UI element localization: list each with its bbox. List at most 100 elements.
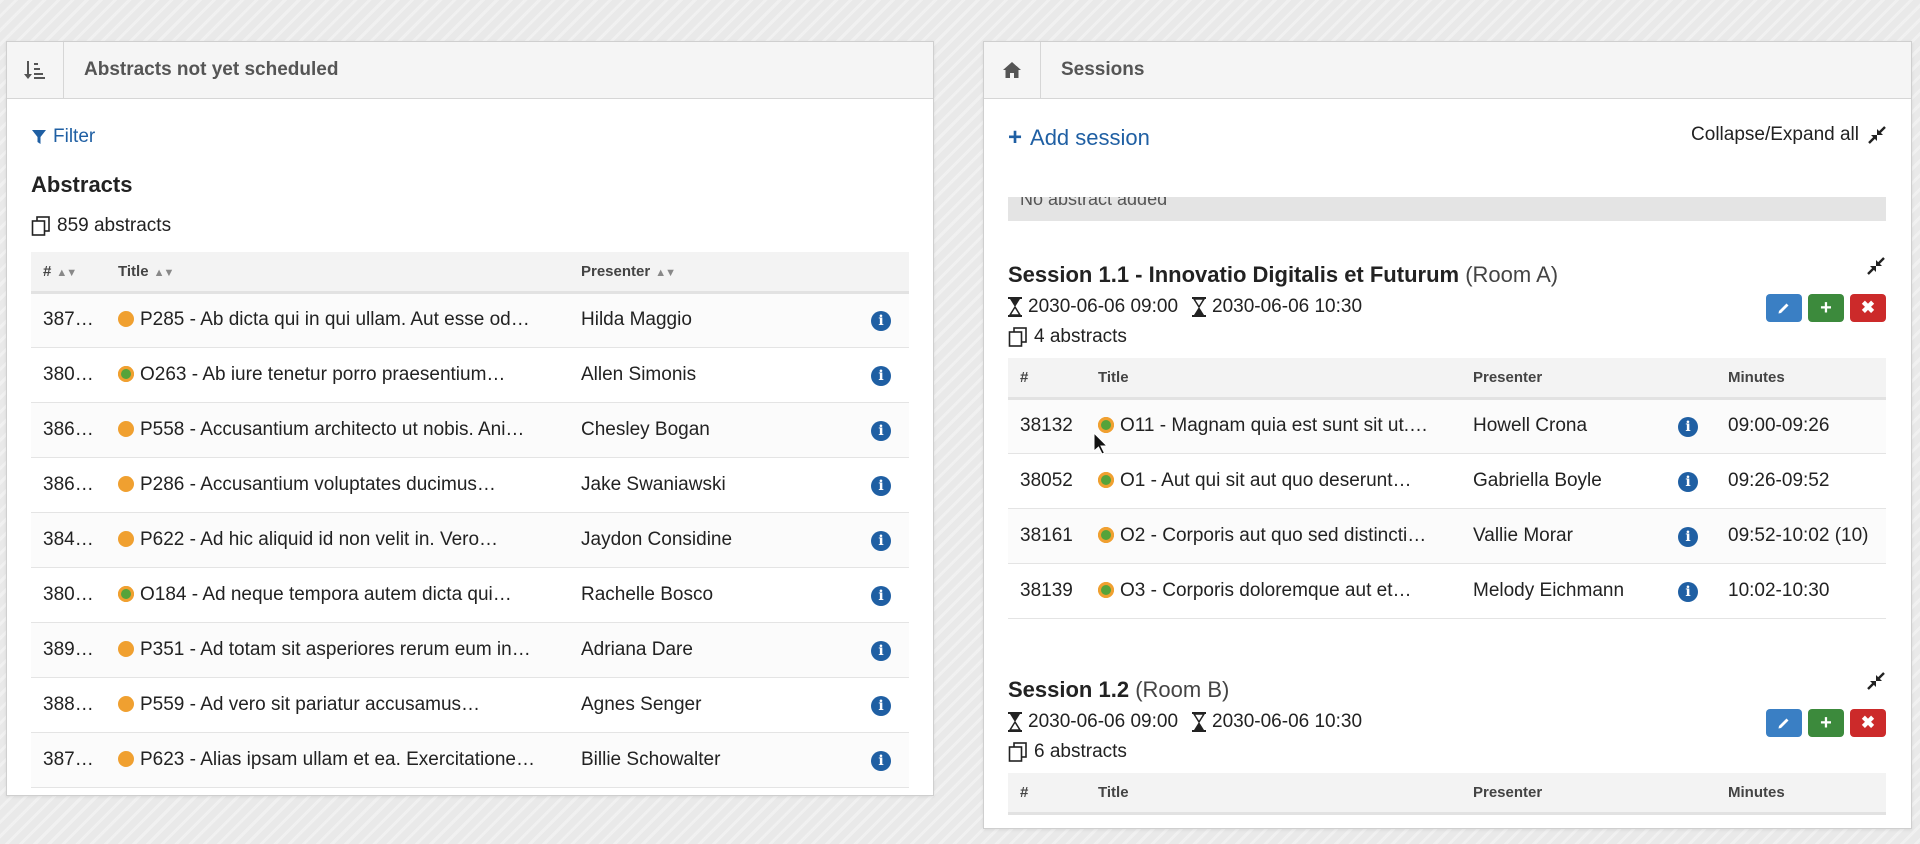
abstract-title-cell[interactable]: P623 - Alias ipsam ullam et ea. Exercita…: [106, 732, 569, 788]
info-icon[interactable]: i: [871, 311, 891, 331]
table-row[interactable]: 38132 O11 - Magnam quia est sunt sit ut.……: [1008, 398, 1886, 454]
info-icon[interactable]: i: [871, 420, 891, 441]
filter-label: Filter: [53, 126, 96, 147]
abstract-title-cell[interactable]: O184 - Ad neque tempora autem dicta qui…: [106, 567, 569, 623]
abstract-id: 38091: [31, 567, 106, 623]
home-icon[interactable]: [984, 42, 1041, 99]
abstract-id: 38900: [31, 622, 106, 678]
add-abstract-button[interactable]: +: [1808, 294, 1844, 322]
info-cell: i: [859, 402, 909, 458]
table-header-row: # Title Presenter Minutes: [1008, 773, 1886, 815]
column-header-id[interactable]: # ▲▼: [31, 252, 106, 294]
session-actions: + ✖: [1766, 709, 1886, 737]
panel-title: Abstracts not yet scheduled: [84, 59, 339, 80]
abstract-title-cell[interactable]: P622 - Ad hic aliquid id non velit in. V…: [106, 512, 569, 568]
add-session-button[interactable]: + Add session: [1008, 124, 1150, 152]
table-row[interactable]: 38161 O2 - Corporis aut quo sed distincti…: [1008, 508, 1886, 564]
session-abstract-count: 4 abstracts: [1008, 326, 1886, 348]
abstract-title: P623 - Alias ipsam ullam et ea. Exercita…: [140, 748, 535, 770]
abstract-title-cell[interactable]: P558 - Accusantium architecto ut nobis. …: [106, 402, 569, 458]
edit-session-button[interactable]: [1766, 709, 1802, 737]
abstract-title-cell[interactable]: P351 - Ad totam sit asperiores rerum eum…: [106, 622, 569, 678]
info-icon[interactable]: i: [871, 585, 891, 606]
column-header-actions: [1666, 773, 1716, 815]
abstract-presenter: Vallie Morar: [1461, 508, 1666, 564]
abstract-title-cell[interactable]: O11 - Magnam quia est sunt sit ut.…: [1086, 398, 1461, 454]
info-icon[interactable]: i: [871, 530, 891, 551]
info-icon[interactable]: i: [871, 365, 891, 386]
abstract-title-cell[interactable]: O1 - Aut qui sit aut quo deserunt…: [1086, 453, 1461, 509]
abstracts-heading: Abstracts: [31, 172, 133, 197]
column-header-presenter: Presenter: [1461, 773, 1666, 815]
table-row[interactable]: 38052 O1 - Aut qui sit aut quo deserunt… G…: [1008, 453, 1886, 509]
column-header-title[interactable]: Title ▲▼: [106, 252, 569, 294]
info-icon[interactable]: i: [1678, 581, 1698, 602]
info-icon[interactable]: i: [871, 695, 891, 716]
info-cell: i: [1666, 563, 1716, 619]
times-icon: ✖: [1860, 298, 1876, 317]
abstract-minutes: 10:02-10:30: [1716, 563, 1886, 619]
info-icon[interactable]: i: [871, 640, 891, 661]
collapse-expand-all-button[interactable]: Collapse/Expand all: [1691, 124, 1887, 146]
table-row[interactable]: 38735 P285 - Ab dicta qui in qui ullam. A…: [31, 292, 909, 348]
abstract-title-cell[interactable]: O3 - Corporis doloremque aut et…: [1086, 563, 1461, 619]
table-row[interactable]: 38863 P559 - Ad vero sit pariatur accusam…: [31, 677, 909, 733]
abstract-title: P351 - Ad totam sit asperiores rerum eum…: [140, 638, 531, 660]
table-row[interactable]: 38022 O263 - Ab iure tenetur porro praese…: [31, 347, 909, 403]
abstract-presenter: Melody Eichmann: [1461, 563, 1666, 619]
abstract-title-cell[interactable]: P286 - Accusantium voluptates ducimus…: [106, 457, 569, 513]
abstract-presenter: Allen Simonis: [569, 347, 859, 403]
delete-session-button[interactable]: ✖: [1850, 294, 1886, 322]
abstract-title-cell[interactable]: P559 - Ad vero sit pariatur accusamus…: [106, 677, 569, 733]
info-icon[interactable]: i: [1678, 417, 1698, 437]
session-end: 2030-06-06 10:30: [1212, 296, 1363, 317]
delete-session-button[interactable]: ✖: [1850, 709, 1886, 737]
sessions-panel: Sessions + Add session Collapse/Expand a…: [983, 41, 1912, 829]
table-row[interactable]: 38616 P286 - Accusantium voluptates ducim…: [31, 457, 909, 513]
add-abstract-button[interactable]: +: [1808, 709, 1844, 737]
abstract-title-cell[interactable]: O2 - Corporis aut quo sed distincti…: [1086, 508, 1461, 564]
compress-icon: [1868, 126, 1886, 144]
hourglass-end-icon: [1192, 712, 1207, 732]
abstract-title: O2 - Corporis aut quo sed distincti…: [1120, 524, 1427, 546]
abstract-title-cell[interactable]: O263 - Ab iure tenetur porro praesentium…: [106, 347, 569, 403]
abstract-id: 38735: [31, 292, 106, 348]
session-card: Session 1.1 - Innovatio Digitalis et Fut…: [1008, 257, 1886, 619]
sort-amount-icon[interactable]: [7, 42, 64, 99]
session-collapse-button[interactable]: [1866, 256, 1886, 281]
info-icon[interactable]: i: [871, 750, 891, 771]
status-dot-icon: [118, 530, 134, 547]
abstract-presenter: Jaydon Considine: [569, 512, 859, 568]
info-icon[interactable]: i: [1678, 471, 1698, 492]
table-row[interactable]: 38091 O184 - Ad neque tempora autem dicta…: [31, 567, 909, 623]
status-dot-icon: [118, 420, 134, 437]
edit-session-button[interactable]: [1766, 294, 1802, 322]
session-title: Session 1.2 (Room B): [1008, 677, 1230, 702]
session-times: 2030-06-06 09:00 2030-06-06 10:30: [1008, 296, 1886, 318]
session-end: 2030-06-06 10:30: [1212, 711, 1363, 732]
session-collapse-button[interactable]: [1866, 671, 1886, 696]
abstract-title-cell[interactable]: P285 - Ab dicta qui in qui ullam. Aut es…: [106, 292, 569, 348]
abstract-presenter: Billie Schowalter: [569, 732, 859, 788]
abstract-title: O1 - Aut qui sit aut quo deserunt…: [1120, 469, 1412, 491]
table-row[interactable]: 38473 P622 - Ad hic aliquid id non velit …: [31, 512, 909, 568]
info-icon[interactable]: i: [871, 475, 891, 496]
table-row[interactable]: 38707 P623 - Alias ipsam ullam et ea. Exe…: [31, 732, 909, 788]
filter-link[interactable]: Filter: [31, 126, 95, 148]
status-dot-icon: [1098, 417, 1114, 433]
abstracts-count: 859 abstracts: [31, 215, 171, 237]
copy-icon: [31, 216, 50, 236]
info-icon[interactable]: i: [1678, 526, 1698, 547]
sessions-scroll-area[interactable]: No abstract added Session 1.1 - Innovati…: [984, 197, 1911, 828]
status-dot-icon: [118, 695, 134, 712]
plus-icon: +: [1820, 711, 1832, 734]
table-row[interactable]: 38900 P351 - Ad totam sit asperiores reru…: [31, 622, 909, 678]
session-room: (Room A): [1465, 262, 1559, 287]
abstract-presenter: Rachelle Bosco: [569, 567, 859, 623]
table-row[interactable]: 38636 P558 - Accusantium architecto ut no…: [31, 402, 909, 458]
column-header-presenter[interactable]: Presenter ▲▼: [569, 252, 859, 294]
abstract-title: P286 - Accusantium voluptates ducimus…: [140, 473, 496, 495]
table-row[interactable]: 38139 O3 - Corporis doloremque aut et… Mel…: [1008, 563, 1886, 619]
abstract-title: O263 - Ab iure tenetur porro praesentium…: [140, 363, 506, 385]
info-cell: i: [1666, 508, 1716, 564]
